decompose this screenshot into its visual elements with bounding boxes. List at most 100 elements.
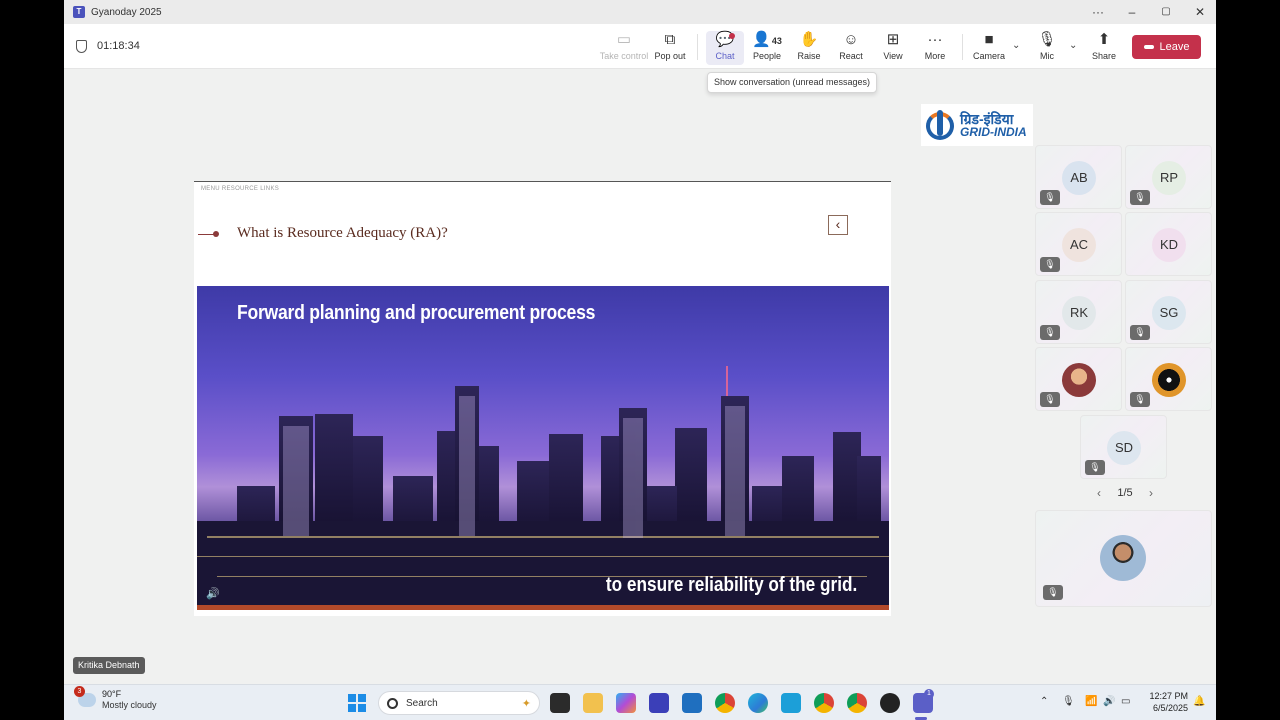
- pager-next-button[interactable]: ›: [1149, 486, 1153, 500]
- speaker-icon: 🔊: [206, 588, 220, 600]
- battery-icon[interactable]: ▭: [1121, 696, 1130, 707]
- avatar: AB: [1062, 161, 1096, 195]
- avatar: AC: [1062, 228, 1096, 262]
- share-label: Share: [1091, 51, 1117, 61]
- participant-tile[interactable]: AC 🎙: [1035, 212, 1122, 276]
- teams-notification-badge: 1: [924, 689, 934, 699]
- camera-button[interactable]: ■ Camera: [967, 31, 1011, 65]
- self-view-tile[interactable]: 🎙: [1035, 510, 1212, 607]
- maximize-button[interactable]: ▢: [1149, 0, 1183, 24]
- weather-text: 90°F Mostly cloudy: [102, 689, 157, 711]
- view-button[interactable]: ⊞ View: [871, 31, 915, 65]
- more-icon: ···: [927, 31, 943, 48]
- skyline-svg: [197, 366, 889, 610]
- weather-condition: Mostly cloudy: [102, 700, 157, 710]
- participant-tile[interactable]: RP 🎙: [1125, 145, 1212, 209]
- chrome-icon[interactable]: [715, 693, 735, 713]
- weather-widget[interactable]: 3 90°F Mostly cloudy: [74, 686, 157, 711]
- chrome-profile-icon[interactable]: [847, 693, 867, 713]
- participant-tile[interactable]: SD 🎙: [1080, 415, 1167, 479]
- mic-options-chevron-icon[interactable]: ⌄: [1069, 40, 1081, 51]
- pop-out-button[interactable]: ⧉ Pop out: [648, 31, 692, 65]
- chat-tooltip: Show conversation (unread messages): [707, 72, 877, 93]
- camera-off-icon: ■: [984, 31, 994, 48]
- people-label: People: [752, 51, 782, 61]
- mic-button[interactable]: 🎙 Mic: [1025, 31, 1069, 65]
- toolbar-divider: [697, 34, 698, 60]
- grid-india-emblem-icon: [923, 106, 957, 144]
- copilot-sparkle-icon: ✦: [521, 697, 531, 710]
- windows-logo-pane: [348, 694, 356, 702]
- take-control-button[interactable]: ▭ Take control: [599, 31, 649, 65]
- teams-meeting-window: T Gyanoday 2025 ··· – ▢ ✕ 01:18:34 ▭ Tak…: [64, 0, 1216, 720]
- chat-icon: 💬: [715, 31, 735, 48]
- avatar: KD: [1152, 228, 1186, 262]
- participant-tile[interactable]: SG 🎙: [1125, 280, 1212, 344]
- github-icon[interactable]: [880, 693, 900, 713]
- taskbar-search[interactable]: Search ✦: [378, 691, 540, 715]
- mic-muted-icon: 🎙: [1130, 325, 1150, 340]
- avatar: RP: [1152, 161, 1186, 195]
- store-icon[interactable]: [682, 693, 702, 713]
- mic-muted-icon: 🎙: [1130, 392, 1150, 407]
- app-icon[interactable]: [781, 693, 801, 713]
- mic-muted-icon: 🎙: [1043, 585, 1063, 600]
- close-button[interactable]: ✕: [1183, 0, 1216, 24]
- windows-logo-pane: [358, 704, 366, 712]
- raise-hand-button[interactable]: ✋ Raise: [787, 31, 831, 65]
- chrome-profile-icon[interactable]: [814, 693, 834, 713]
- copilot-icon[interactable]: [616, 693, 636, 713]
- pager-prev-button[interactable]: ‹: [1097, 486, 1101, 500]
- people-count: 43: [771, 36, 782, 46]
- task-view-icon[interactable]: [550, 693, 570, 713]
- grid-india-logo-text: ग्रिड-इंडिया GRID-INDIA: [960, 112, 1027, 138]
- react-button[interactable]: ☺ React: [829, 31, 873, 65]
- pop-out-icon: ⧉: [664, 31, 676, 48]
- clock-date: 6/5/2025: [1152, 703, 1188, 713]
- participant-tile[interactable]: KD: [1125, 212, 1212, 276]
- meeting-stage: MENU RESOURCE LINKS What is Resource Ade…: [64, 69, 1216, 684]
- more-options-icon[interactable]: ···: [1081, 0, 1115, 24]
- grid-view-icon: ⊞: [886, 31, 900, 48]
- chat-button[interactable]: 💬 Chat: [706, 31, 744, 65]
- participant-tile[interactable]: RK 🎙: [1035, 280, 1122, 344]
- edge-icon[interactable]: [748, 693, 768, 713]
- mic-muted-icon: 🎙: [1040, 190, 1060, 205]
- camera-options-chevron-icon[interactable]: ⌄: [1012, 40, 1024, 51]
- tray-chevron-icon[interactable]: ⌃: [1040, 696, 1048, 707]
- window-title: Gyanoday 2025: [91, 6, 162, 18]
- minimize-button[interactable]: –: [1115, 0, 1149, 24]
- leave-button[interactable]: Leave: [1132, 35, 1201, 59]
- bullet-dot: [213, 231, 219, 237]
- title-bar: T Gyanoday 2025 ··· – ▢ ✕: [64, 0, 1216, 24]
- participant-photo-avatar: [1152, 363, 1186, 397]
- participant-tile[interactable]: 🎙: [1035, 347, 1122, 411]
- mic-muted-icon: 🎙: [1130, 190, 1150, 205]
- taskbar-clock[interactable]: 12:27 PM 6/5/2025: [1138, 690, 1188, 714]
- start-button[interactable]: [348, 694, 366, 712]
- mic-muted-icon: 🎙: [1040, 257, 1060, 272]
- more-button[interactable]: ··· More: [913, 31, 957, 65]
- toolbar-divider: [962, 34, 963, 60]
- tray-mic-icon[interactable]: 🎙: [1062, 696, 1075, 707]
- presenter-name-tag: Kritika Debnath: [73, 657, 145, 674]
- slide-back-button[interactable]: ‹: [828, 215, 848, 235]
- visual-studio-icon[interactable]: [649, 693, 669, 713]
- teams-logo-icon: T: [73, 6, 85, 18]
- city-skyline-image: Forward planning and procurement process…: [197, 286, 889, 610]
- logo-english-text: GRID-INDIA: [960, 125, 1027, 139]
- cloud-icon: 3: [74, 686, 96, 707]
- participant-tile[interactable]: 🎙: [1125, 347, 1212, 411]
- slide-heading: What is Resource Adequacy (RA)?: [237, 225, 448, 241]
- share-button[interactable]: ⬆ Share: [1082, 31, 1126, 65]
- wifi-icon[interactable]: 📶: [1085, 696, 1097, 707]
- windows-logo-pane: [358, 694, 366, 702]
- people-button[interactable]: 👤43 People: [745, 31, 789, 65]
- participant-tile[interactable]: AB 🎙: [1035, 145, 1122, 209]
- emblem-bar: [937, 110, 943, 136]
- volume-icon[interactable]: 🔊: [1103, 696, 1115, 707]
- view-label: View: [883, 51, 903, 61]
- windows-taskbar: 3 90°F Mostly cloudy Search ✦ 1 ⌃ 🎙 📶 🔊 …: [64, 684, 1216, 720]
- notifications-bell-icon[interactable]: 🔔: [1193, 696, 1205, 707]
- file-explorer-icon[interactable]: [583, 693, 603, 713]
